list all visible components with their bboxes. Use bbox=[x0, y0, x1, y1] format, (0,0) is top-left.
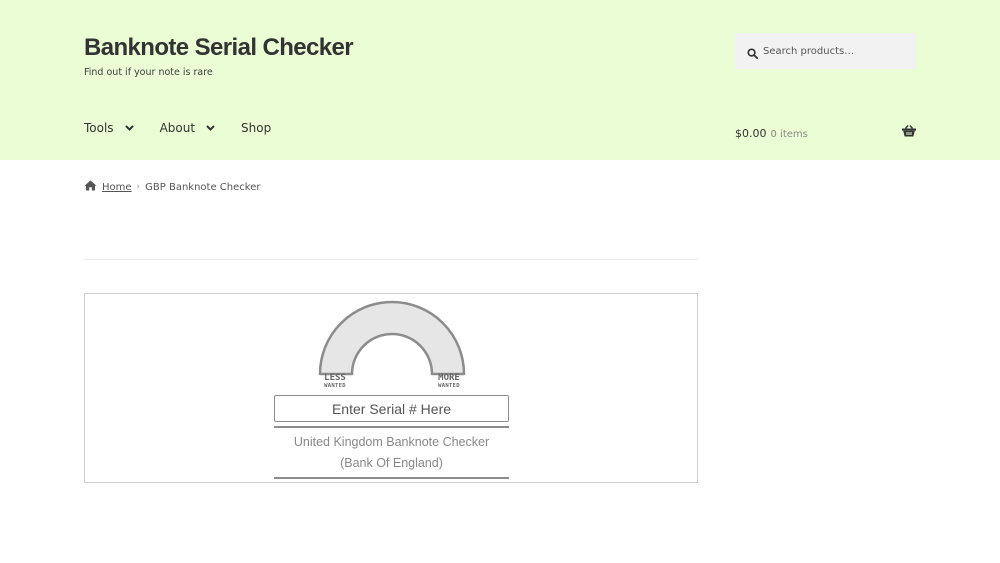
search-icon bbox=[747, 44, 758, 63]
search-input[interactable] bbox=[763, 42, 909, 60]
search-box[interactable] bbox=[735, 33, 916, 69]
breadcrumb: Home › GBP Banknote Checker bbox=[84, 180, 260, 194]
site-tagline: Find out if your note is rare bbox=[84, 67, 213, 78]
rarity-gauge bbox=[318, 300, 466, 376]
serial-number-input[interactable] bbox=[274, 395, 509, 422]
caption-bottom-rule bbox=[274, 477, 509, 479]
cart-amount: $0.00 bbox=[735, 127, 767, 140]
nav-item-label: Tools bbox=[84, 121, 114, 135]
site-title[interactable]: Banknote Serial Checker bbox=[84, 34, 354, 62]
cart-item-count: 0 items bbox=[770, 129, 808, 140]
breadcrumb-current: GBP Banknote Checker bbox=[145, 181, 261, 193]
breadcrumb-separator: › bbox=[136, 182, 141, 192]
nav-item-label: Shop bbox=[241, 121, 272, 135]
nav-item-tools[interactable]: Tools bbox=[84, 121, 134, 135]
chevron-down-icon bbox=[124, 125, 134, 131]
breadcrumb-home-link[interactable]: Home bbox=[102, 182, 132, 193]
gauge-label-more-main: MORE bbox=[438, 373, 460, 383]
home-icon bbox=[84, 180, 97, 194]
checker-caption: United Kingdom Banknote Checker (Bank Of… bbox=[274, 432, 509, 474]
caption-line-1: United Kingdom Banknote Checker bbox=[293, 435, 490, 449]
nav-item-about[interactable]: About bbox=[160, 121, 215, 135]
gauge-label-more: MORE WANTED bbox=[432, 374, 466, 390]
chevron-down-icon bbox=[206, 125, 215, 131]
caption-line-2: (Bank Of England) bbox=[340, 456, 443, 470]
cart-link[interactable]: $0.00 0 items bbox=[735, 122, 916, 141]
gauge-label-more-sub: WANTED bbox=[438, 383, 460, 389]
serial-checker-widget: LESS WANTED MORE WANTED United Kingdom B… bbox=[84, 293, 698, 483]
site-header: Banknote Serial Checker Find out if your… bbox=[0, 0, 1000, 160]
gauge-label-less: LESS WANTED bbox=[318, 374, 352, 390]
nav-item-shop[interactable]: Shop bbox=[241, 121, 271, 135]
content-divider bbox=[84, 259, 699, 260]
gauge-label-less-sub: WANTED bbox=[324, 383, 346, 389]
nav-item-label: About bbox=[159, 121, 196, 135]
gauge-label-less-main: LESS bbox=[324, 373, 346, 383]
basket-icon bbox=[902, 122, 916, 141]
primary-navigation: Tools About Shop bbox=[84, 121, 297, 135]
caption-top-rule bbox=[274, 426, 509, 428]
